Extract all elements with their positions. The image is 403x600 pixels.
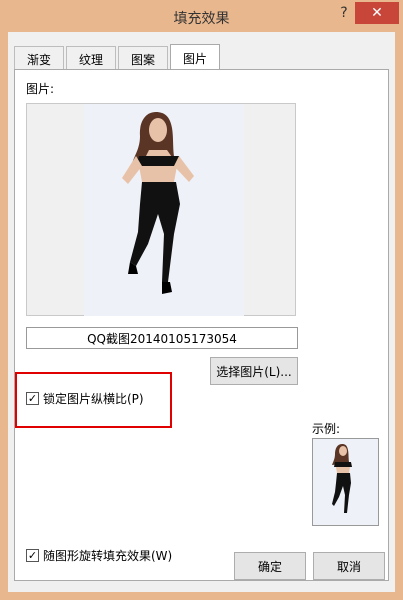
sample-figure-image <box>313 439 378 525</box>
tab-picture[interactable]: 图片 <box>170 44 221 72</box>
picture-tab-panel: 图片: QQ截图20140105173054 选择图片(L)... ✓ 锁定图片… <box>14 69 389 581</box>
tab-strip: 渐变 纹理 图案 图片 <box>14 44 222 72</box>
sample-preview <box>312 438 379 526</box>
tab-gradient[interactable]: 渐变 <box>14 46 65 71</box>
woman-figure-image <box>84 104 244 316</box>
rotate-with-shape-label: 随图形旋转填充效果(W) <box>43 549 173 563</box>
picture-filename: QQ截图20140105173054 <box>26 327 298 349</box>
ok-button[interactable]: 确定 <box>234 552 306 580</box>
picture-preview <box>26 103 296 316</box>
select-picture-button[interactable]: 选择图片(L)... <box>210 357 298 385</box>
sample-label: 示例: <box>312 422 341 436</box>
close-button[interactable]: ✕ <box>355 2 399 24</box>
highlight-box <box>15 372 172 428</box>
cancel-button[interactable]: 取消 <box>313 552 385 580</box>
help-button[interactable]: ? <box>331 2 357 24</box>
dialog-body: 渐变 纹理 图案 图片 图片: QQ截图20140105173054 选择图片(… <box>8 32 395 592</box>
tab-pattern[interactable]: 图案 <box>118 46 169 71</box>
preview-photo <box>84 104 244 316</box>
title-bar: 填充效果 ? ✕ <box>0 0 403 32</box>
check-icon: ✓ <box>27 549 38 562</box>
tab-texture[interactable]: 纹理 <box>66 46 117 71</box>
fill-effects-dialog: 填充效果 ? ✕ 渐变 纹理 图案 图片 图片: QQ截图20140105173… <box>0 0 403 600</box>
picture-label: 图片: <box>26 82 55 96</box>
rotate-with-shape-checkbox[interactable]: ✓ <box>26 549 39 562</box>
rotate-with-shape-option[interactable]: ✓ 随图形旋转填充效果(W) <box>26 547 172 564</box>
